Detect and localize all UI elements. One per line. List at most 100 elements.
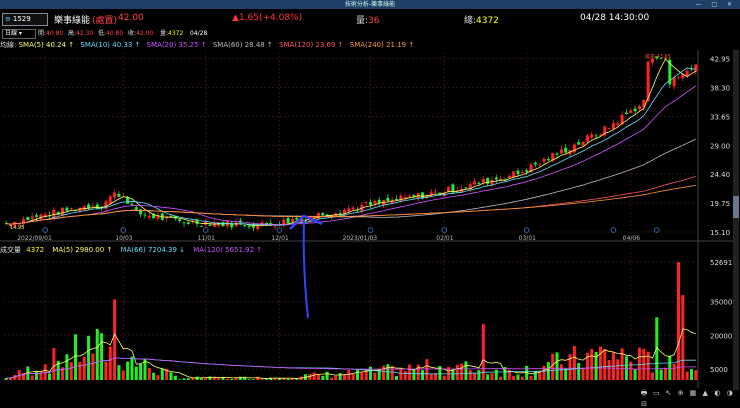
candle	[30, 216, 34, 219]
candle	[91, 205, 95, 207]
volume-bar	[52, 348, 56, 380]
stock-chart[interactable]: 42.95 38.30 33.65 29.00 24.40 19.75 15.10 52691…	[0, 0, 740, 401]
volume-bar	[607, 359, 611, 380]
candle	[65, 207, 69, 211]
volume-bar	[650, 372, 654, 380]
volume-bar	[312, 372, 316, 380]
volume-bar	[100, 333, 104, 380]
candle	[126, 196, 130, 204]
volume-bar	[477, 370, 481, 380]
date-tick-label: 2023/01/03	[343, 235, 378, 242]
volume-bar	[620, 348, 624, 380]
window-icon[interactable]: ▭	[652, 389, 661, 397]
candle	[386, 197, 390, 202]
volume-bar	[199, 378, 203, 380]
volume-bar	[113, 299, 117, 380]
candle	[629, 110, 633, 114]
candle	[134, 207, 138, 210]
volume-bar	[581, 368, 585, 380]
candle	[559, 149, 563, 154]
volume-bar	[347, 369, 351, 380]
volume-bar	[572, 346, 576, 380]
candle	[403, 197, 407, 199]
candle	[364, 202, 368, 204]
volume-bar	[139, 363, 143, 380]
print-icon[interactable]: 🖶	[640, 389, 649, 400]
volume-bar	[329, 377, 333, 380]
volume-bars	[4, 262, 698, 380]
candle	[611, 123, 615, 130]
candle	[113, 192, 117, 198]
contrast-icon[interactable]: ◑	[726, 389, 735, 397]
candle	[247, 226, 251, 228]
volume-bar	[499, 376, 503, 380]
volume-bar	[429, 373, 433, 380]
candlestick-series	[4, 55, 698, 233]
volume-bar	[182, 378, 186, 380]
volume-bar	[74, 334, 78, 380]
candle	[564, 147, 568, 153]
volume-bar	[412, 369, 416, 380]
volume-bar	[65, 354, 69, 380]
volume-bar	[186, 378, 190, 380]
volume-bar	[616, 359, 620, 380]
candle	[186, 222, 190, 224]
candle	[321, 213, 325, 216]
volume-bar	[494, 369, 498, 380]
volume-bar	[204, 378, 208, 380]
date-tick-label: 03/01	[519, 235, 536, 242]
volume-bar	[464, 361, 468, 380]
volume-bar	[48, 373, 52, 380]
volume-tick-label: 35000	[710, 299, 732, 307]
volume-bar	[230, 378, 234, 380]
volume-bar	[542, 365, 546, 380]
candle	[87, 204, 91, 209]
volume-tick-label: 5000	[710, 366, 728, 374]
volume-bar	[577, 362, 581, 380]
chart-toolbar: 🖶 ▭ ↖ ⊕ ▦ ▲ ◐ ◑ ⊟	[640, 389, 740, 408]
candle	[338, 213, 342, 214]
chart-axes: 42.95 38.30 33.65 29.00 24.40 19.75 15.10 52691…	[17, 56, 732, 374]
volume-bar	[559, 364, 563, 380]
candle	[95, 204, 99, 209]
volume-bar	[442, 375, 446, 380]
volume-bar	[152, 372, 156, 380]
volume-bar	[121, 370, 125, 380]
volume-bar	[659, 369, 663, 380]
date-tick-label: 12/01	[271, 235, 288, 242]
grid-icon[interactable]: ▦	[689, 389, 698, 397]
scrollbar-thumb[interactable]	[733, 196, 739, 218]
panel-icon[interactable]: ⊟	[640, 400, 649, 408]
volume-bar	[104, 361, 108, 380]
volume-bar	[308, 374, 312, 380]
candle	[182, 222, 186, 224]
volume-bar	[564, 368, 568, 380]
volume-bar	[78, 361, 82, 380]
candle	[533, 162, 537, 165]
volume-bar	[395, 375, 399, 380]
candle	[377, 199, 381, 204]
volume-tick-label: 52691	[710, 259, 732, 267]
candle	[525, 170, 529, 172]
candle	[351, 207, 355, 210]
volume-bar	[382, 365, 386, 380]
triangle-icon[interactable]: ▲	[701, 389, 710, 397]
volume-bar	[256, 376, 260, 380]
zoom-icon[interactable]: ⊕	[677, 389, 686, 397]
theme-icon[interactable]: ◐	[713, 389, 722, 397]
volume-bar	[663, 367, 667, 380]
volume-bar	[91, 353, 95, 380]
volume-bar	[529, 376, 533, 380]
candle	[633, 108, 637, 112]
candle	[369, 201, 373, 205]
volume-bar	[238, 376, 242, 380]
vertical-scrollbar[interactable]	[733, 50, 739, 390]
volume-bar	[69, 362, 73, 380]
price-tick-label: 33.65	[710, 113, 730, 121]
high-price-label: 最高 43.35	[645, 53, 671, 60]
candle	[637, 105, 641, 110]
volume-bar	[178, 379, 182, 380]
candle	[243, 225, 247, 227]
cursor-icon[interactable]: ↖	[664, 389, 673, 397]
volume-bar	[321, 375, 325, 380]
